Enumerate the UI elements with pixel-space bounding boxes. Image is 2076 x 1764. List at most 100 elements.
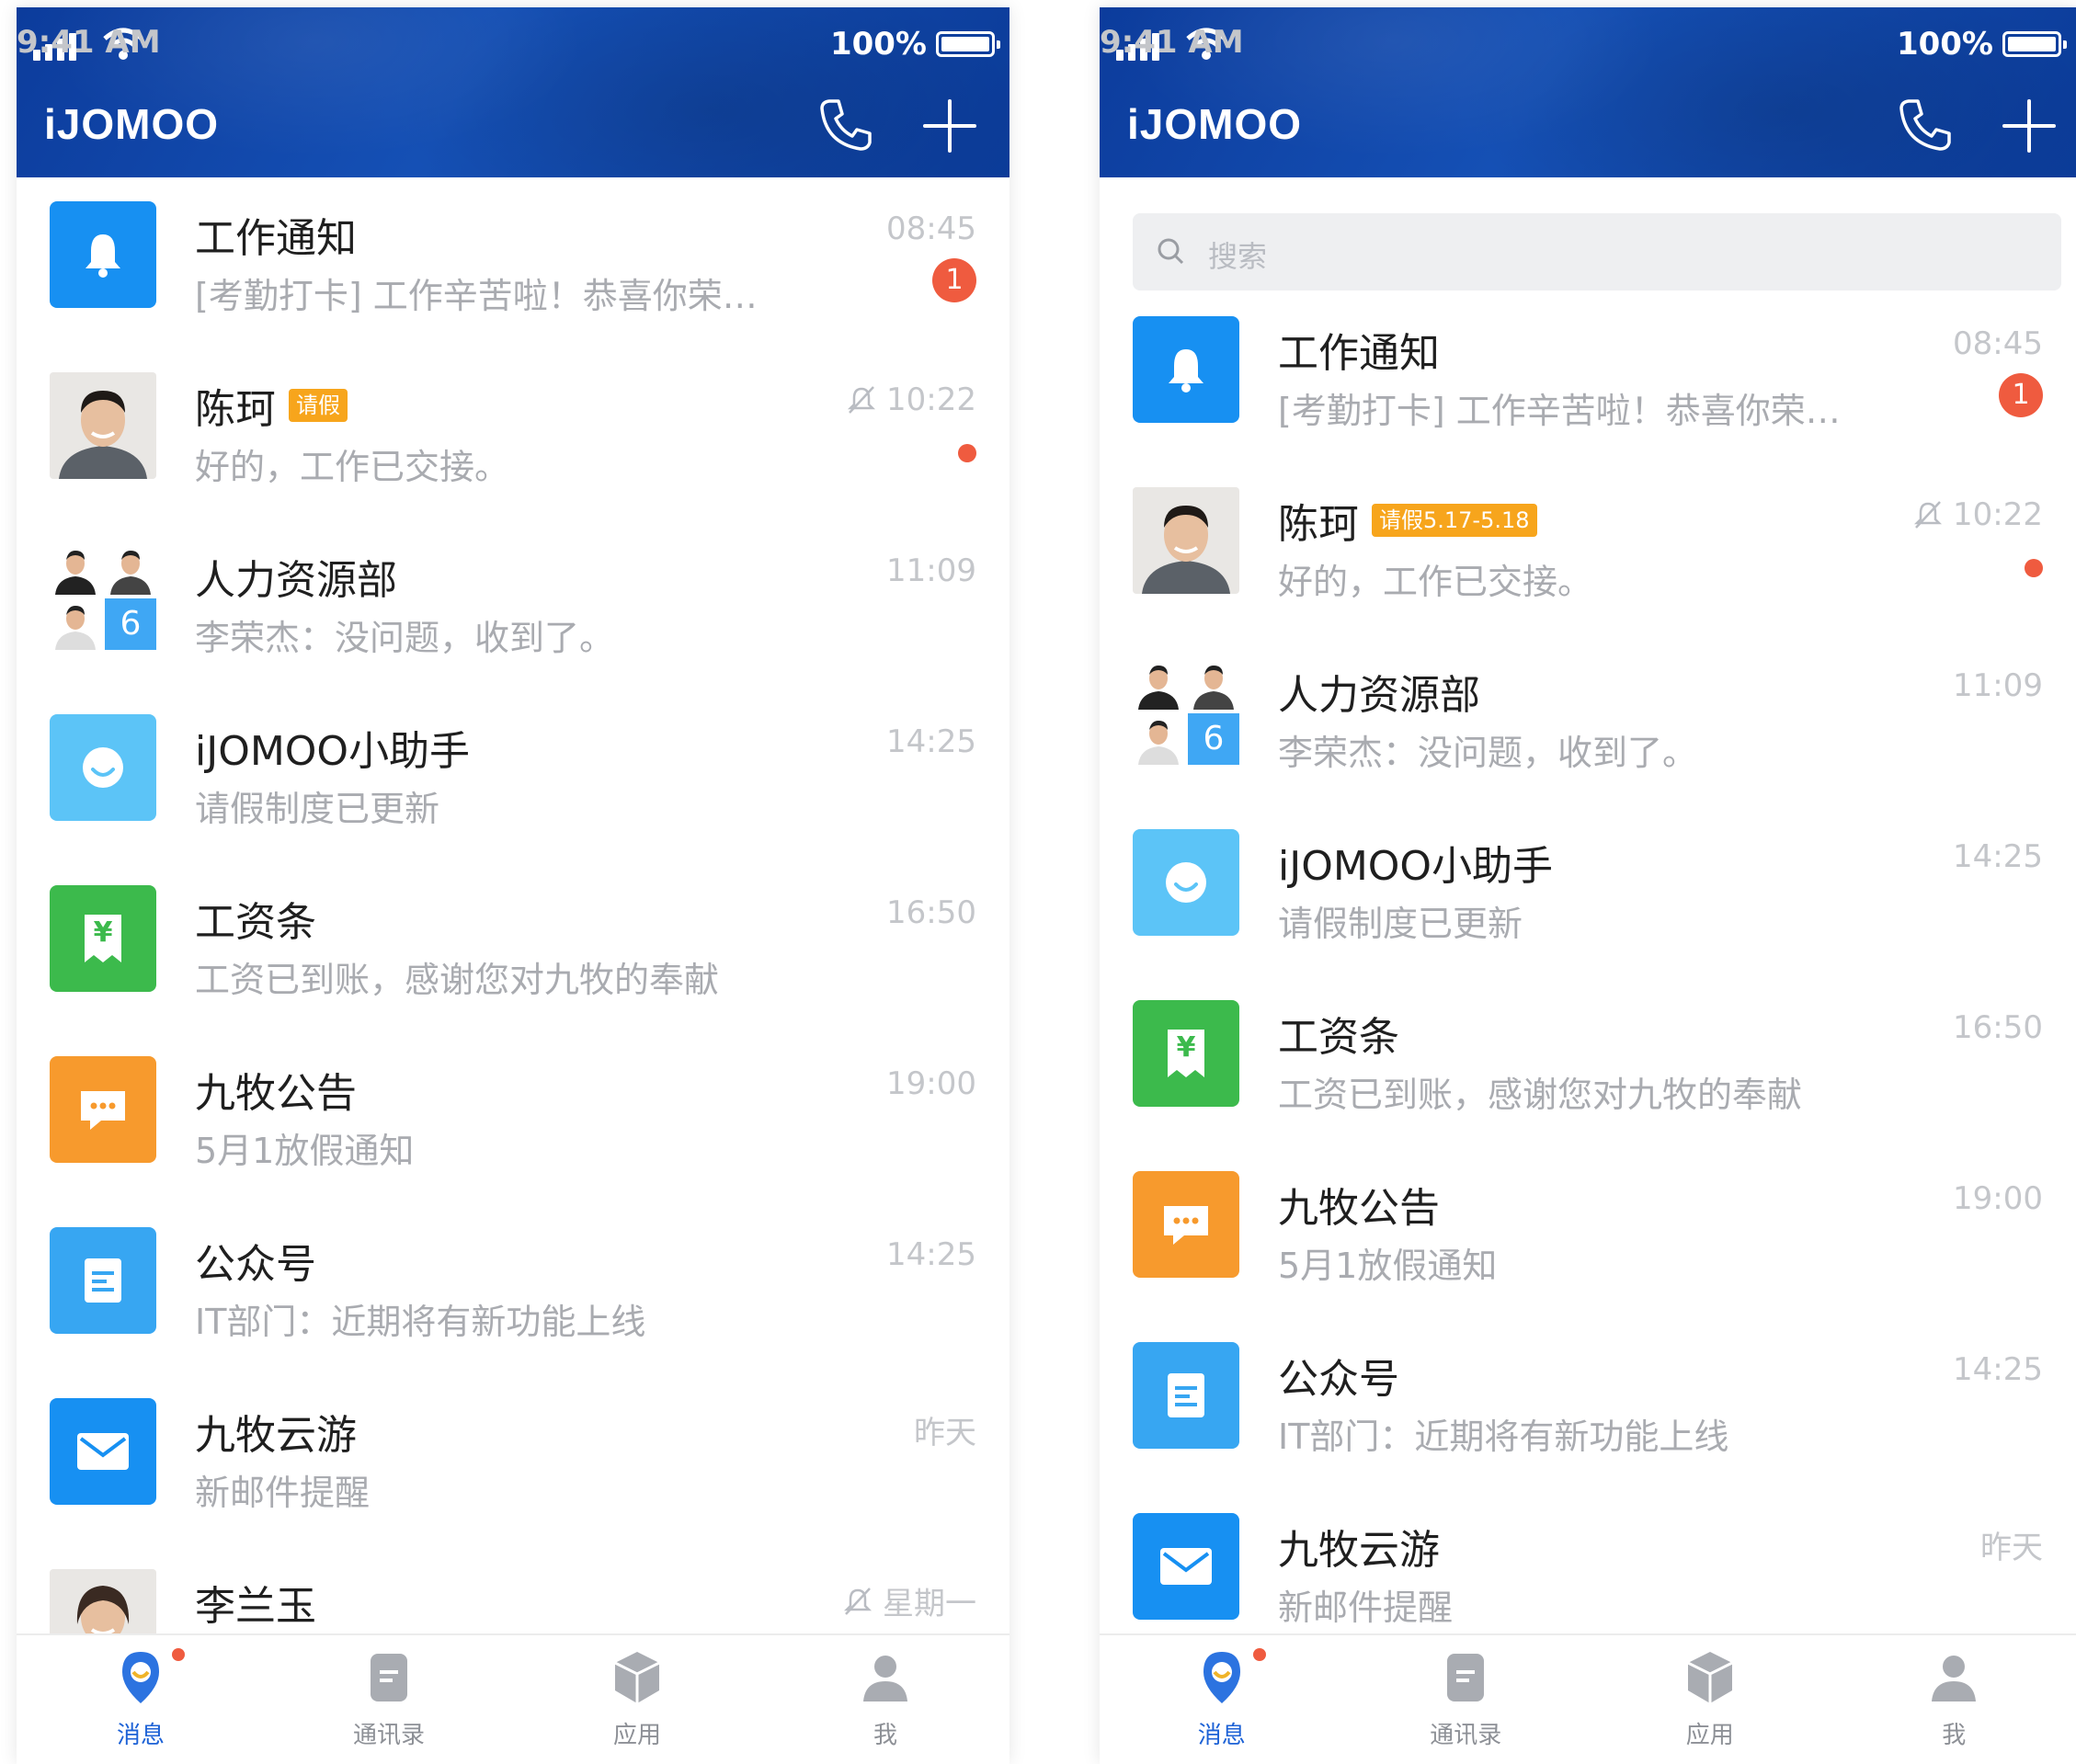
message-preview: 新邮件提醒 bbox=[195, 1473, 371, 1513]
app-header: 9:41 AM 100% iJOMOO bbox=[1100, 7, 2076, 177]
message-preview: 请假制度已更新 bbox=[1278, 904, 1523, 944]
battery-icon bbox=[2002, 31, 2067, 57]
battery-indicator: 100% bbox=[830, 26, 1000, 63]
conversation-row[interactable]: 6 人力资源部 李荣杰：没问题，收到了。 11:09 bbox=[1100, 634, 2076, 805]
unread-badge: 1 bbox=[1999, 373, 2043, 417]
tab-label: 我 bbox=[873, 1722, 897, 1749]
tab-message[interactable]: 消息 bbox=[17, 1635, 265, 1764]
time-text: 14:25 bbox=[886, 1236, 976, 1273]
conversation-title: 九牧公告 bbox=[195, 1060, 357, 1119]
tab-label: 应用 bbox=[612, 1722, 661, 1749]
time-text: 星期一 bbox=[883, 1586, 976, 1622]
tab-label: 通讯录 bbox=[352, 1722, 425, 1749]
time-text: 19:00 bbox=[1953, 1180, 2043, 1217]
tab-label: 我 bbox=[1942, 1722, 1967, 1749]
apps-icon bbox=[1681, 1648, 1740, 1707]
conversation-row[interactable]: 陈珂 请假5.17-5.18 好的，工作已交接。 10:22 bbox=[1100, 463, 2076, 634]
group-avatar: 6 bbox=[1133, 658, 1239, 765]
message-time: 19:00 bbox=[886, 1065, 976, 1102]
conversation-row[interactable]: ¥ 工资条 工资已到账，感谢您对九牧的奉献 16:50 bbox=[17, 861, 1009, 1032]
title-text: iJOMOO小助手 bbox=[195, 728, 471, 775]
conversation-row[interactable]: 九牧云游新邮件提醒 昨天 bbox=[17, 1374, 1009, 1545]
message-time: 14:25 bbox=[1953, 838, 2043, 875]
search-placeholder: 搜索 bbox=[1208, 239, 1268, 274]
time-text: 昨天 bbox=[914, 1415, 976, 1451]
conversation-title: 九牧云游 bbox=[195, 1402, 357, 1461]
time-text: 11:09 bbox=[886, 552, 976, 589]
message-preview: 5月1放假通知 bbox=[195, 1131, 415, 1171]
time-text: 16:50 bbox=[886, 894, 976, 931]
tab-contacts[interactable]: 通讯录 bbox=[265, 1635, 513, 1764]
message-time: 16:50 bbox=[886, 894, 976, 931]
tab-profile[interactable]: 我 bbox=[761, 1635, 1009, 1764]
time-text: 14:25 bbox=[1953, 1351, 2043, 1388]
message-time: 14:25 bbox=[886, 1236, 976, 1273]
conversation-row[interactable]: 工作通知 [考勤打卡] 工作辛苦啦！恭喜你荣… 08:45 1 bbox=[17, 177, 1009, 348]
conversation-row[interactable]: ¥ 工资条 工资已到账，感谢您对九牧的奉献 16:50 bbox=[1100, 976, 2076, 1147]
conversation-row[interactable]: 九牧公告 5月1放假通知 19:00 bbox=[17, 1032, 1009, 1203]
conversation-row[interactable]: 公众号 IT部门：近期将有新功能上线 14:25 bbox=[17, 1203, 1009, 1374]
title-text: 陈珂 bbox=[195, 386, 276, 433]
tab-profile[interactable]: 我 bbox=[1832, 1635, 2076, 1764]
conversation-title: 工作通知 bbox=[1278, 320, 1440, 379]
message-time: 11:09 bbox=[886, 552, 976, 589]
unread-dot bbox=[958, 444, 976, 462]
conversation-row[interactable]: 九牧公告 5月1放假通知 19:00 bbox=[1100, 1147, 2076, 1318]
conversation-title: 公众号 bbox=[195, 1231, 316, 1290]
tab-apps[interactable]: 应用 bbox=[513, 1635, 761, 1764]
battery-percent: 100% bbox=[1896, 26, 1993, 63]
message-time: 昨天 bbox=[1980, 1522, 2043, 1567]
message-time: 16:50 bbox=[1953, 1009, 2043, 1046]
search-bar[interactable]: 搜索 bbox=[1133, 213, 2061, 290]
conversation-row[interactable]: iJOMOO小助手请假制度已更新 14:25 bbox=[1100, 805, 2076, 976]
conversation-row[interactable]: 公众号 IT部门：近期将有新功能上线 14:25 bbox=[1100, 1318, 2076, 1489]
phone-call-icon[interactable] bbox=[816, 96, 875, 154]
conversation-row[interactable]: 工作通知 [考勤打卡] 工作辛苦啦！恭喜你荣… 08:45 1 bbox=[1100, 292, 2076, 463]
title-text: 工作通知 bbox=[195, 215, 357, 262]
time-text: 10:22 bbox=[886, 381, 976, 418]
message-preview: IT部门：近期将有新功能上线 bbox=[195, 1302, 646, 1342]
conversation-title: 人力资源部 bbox=[1278, 662, 1480, 721]
message-time: 星期一 bbox=[842, 1578, 976, 1623]
title-text: 人力资源部 bbox=[1278, 672, 1480, 719]
conversation-title: 陈珂 请假 bbox=[195, 376, 348, 435]
app-brand: iJOMOO bbox=[44, 100, 220, 148]
message-preview: 好的，工作已交接。 bbox=[1278, 562, 1593, 602]
message-time: 14:25 bbox=[886, 723, 976, 760]
tab-bar: 消息 通讯录 应用 我 bbox=[17, 1633, 1009, 1764]
conversation-row[interactable]: 陈珂 请假 好的，工作已交接。 10:22 bbox=[17, 348, 1009, 519]
tab-apps[interactable]: 应用 bbox=[1588, 1635, 1832, 1764]
mute-bell-icon bbox=[843, 1587, 873, 1615]
message-preview: 5月1放假通知 bbox=[1278, 1246, 1498, 1286]
add-button[interactable] bbox=[2001, 97, 2058, 154]
phone-call-icon[interactable] bbox=[1896, 96, 1955, 154]
conversation-title: 公众号 bbox=[1278, 1346, 1399, 1405]
time-text: 16:50 bbox=[1953, 1009, 2043, 1046]
message-preview: 工资已到账，感谢您对九牧的奉献 bbox=[195, 960, 720, 1000]
conversation-title: 工作通知 bbox=[195, 205, 357, 264]
conversation-row[interactable]: iJOMOO小助手 请假制度已更新 14:25 bbox=[17, 690, 1009, 861]
unread-badge: 1 bbox=[932, 258, 976, 302]
add-button[interactable] bbox=[921, 97, 978, 154]
tab-unread-dot bbox=[172, 1648, 185, 1661]
conversation-title: 九牧云游 bbox=[1278, 1517, 1440, 1576]
apps-icon bbox=[608, 1648, 667, 1707]
bell-icon bbox=[1133, 316, 1239, 423]
conversation-title: iJOMOO小助手 bbox=[195, 718, 470, 777]
tab-contacts[interactable]: 通讯录 bbox=[1344, 1635, 1589, 1764]
announcement-icon bbox=[1133, 1171, 1239, 1278]
message-preview: 李荣杰：没问题，收到了。 bbox=[195, 618, 615, 658]
group-avatar: 6 bbox=[50, 543, 156, 650]
time-text: 08:45 bbox=[886, 211, 976, 247]
profile-icon bbox=[856, 1648, 915, 1707]
title-text: 工资条 bbox=[1278, 1014, 1399, 1061]
bell-icon bbox=[50, 201, 156, 308]
contacts-icon bbox=[359, 1648, 418, 1707]
conversation-title: iJOMOO小助手 bbox=[1278, 833, 1553, 892]
time-text: 14:25 bbox=[886, 723, 976, 760]
tab-message[interactable]: 消息 bbox=[1100, 1635, 1344, 1764]
phone-screen-left: 9:41 AM 100% iJOMOO 工作通知 [考勤打卡] 工作辛苦啦！恭喜你… bbox=[17, 7, 1009, 1764]
mute-bell-icon bbox=[1913, 501, 1943, 529]
conversation-row[interactable]: 6 人力资源部 李荣杰：没问题，收到了。 11:09 bbox=[17, 519, 1009, 690]
tab-label: 消息 bbox=[116, 1722, 165, 1749]
